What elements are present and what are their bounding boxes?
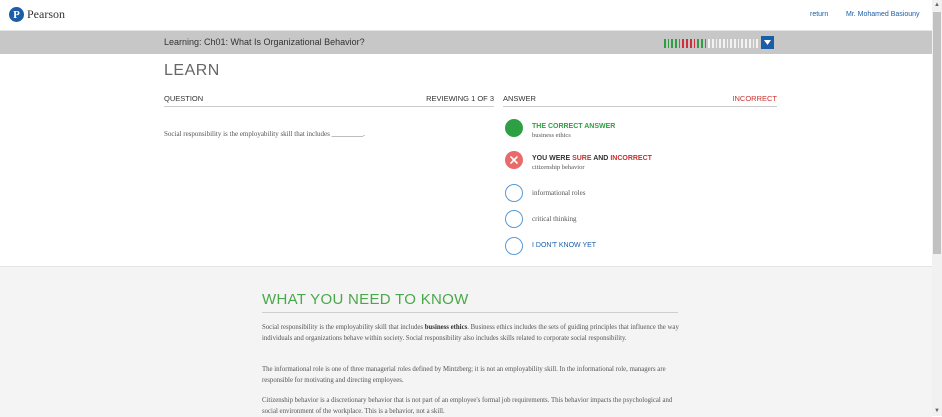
chevron-down-icon — [764, 40, 771, 45]
vertical-scrollbar[interactable]: ▲ ▼ — [932, 0, 942, 416]
question-text: Social responsibility is the employabili… — [164, 130, 365, 138]
return-link[interactable]: return — [810, 11, 828, 18]
radio-circle-icon — [505, 184, 523, 202]
progress-bar — [664, 39, 758, 48]
progress-segment — [723, 39, 725, 48]
progress-segment — [745, 39, 747, 48]
option-label: critical thinking — [532, 215, 577, 223]
explanation-section: WHAT YOU NEED TO KNOW Social responsibil… — [0, 266, 932, 417]
incorrect-x-icon — [505, 151, 523, 169]
progress-segment — [682, 39, 685, 48]
progress-segment — [734, 39, 736, 48]
progress-segment — [700, 39, 703, 48]
progress-segment — [726, 39, 729, 48]
progress-segment — [715, 39, 718, 48]
explanation-paragraph-1: Social responsibility is the employabili… — [262, 324, 679, 342]
explanation-paragraph-2: The informational role is one of three m… — [262, 366, 666, 384]
progress-segment — [741, 39, 744, 48]
selected-answer-status: YOU WERE SURE AND INCORRECT — [532, 155, 652, 162]
divider — [262, 312, 678, 313]
progress-segment — [689, 39, 692, 48]
explanation-paragraph-3: Citizenship behavior is a discretionary … — [262, 397, 673, 415]
progress-segment — [704, 39, 707, 48]
pearson-logo-icon: P — [9, 7, 24, 22]
scroll-thumb[interactable] — [933, 12, 941, 254]
pearson-logo[interactable]: P Pearson — [9, 7, 65, 22]
correct-answer-text: business ethics — [532, 132, 571, 139]
assignment-header: Learning: Ch01: What Is Organizational B… — [0, 31, 932, 54]
answer-header: ANSWER INCORRECT — [503, 94, 777, 107]
answer-result: INCORRECT — [732, 94, 777, 103]
progress-segment — [748, 39, 751, 48]
progress-segment — [667, 39, 670, 48]
option-label: informational roles — [532, 189, 586, 197]
answer-label: ANSWER — [503, 94, 536, 103]
progress-segment — [686, 39, 688, 48]
correct-indicator-icon — [505, 119, 523, 137]
progress-segment — [719, 39, 721, 48]
learn-heading: LEARN — [164, 62, 220, 79]
progress-segment — [678, 39, 681, 48]
radio-circle-icon — [505, 210, 523, 228]
question-header: QUESTION REVIEWING 1 OF 3 — [164, 94, 494, 107]
assignment-title: Learning: Ch01: What Is Organizational B… — [164, 37, 365, 47]
progress-segment — [697, 39, 699, 48]
progress-segment — [730, 39, 733, 48]
progress-segment — [693, 39, 696, 48]
progress-segment — [737, 39, 740, 48]
selected-answer-text: citizenship behavior — [532, 164, 585, 171]
dont-know-label: I DON'T KNOW YET — [532, 242, 597, 249]
scroll-down-arrow-icon[interactable]: ▼ — [934, 408, 940, 414]
progress-segment — [708, 39, 710, 48]
progress-segment — [664, 39, 666, 48]
scroll-up-arrow-icon[interactable]: ▲ — [934, 2, 940, 8]
progress-segment — [752, 39, 755, 48]
top-bar: P Pearson return Mr. Mohamed Basiouny — [0, 0, 932, 31]
progress-segment — [671, 39, 674, 48]
review-counter: REVIEWING 1 OF 3 — [426, 94, 494, 103]
dropdown-menu-button[interactable] — [761, 36, 774, 49]
progress-segment — [711, 39, 714, 48]
pearson-logo-text: Pearson — [27, 7, 65, 21]
question-label: QUESTION — [164, 94, 204, 103]
radio-circle-icon — [505, 237, 523, 255]
user-name-link[interactable]: Mr. Mohamed Basiouny — [846, 11, 920, 18]
progress-segment — [756, 39, 758, 48]
progress-segment — [675, 39, 677, 48]
correct-answer-status: THE CORRECT ANSWER — [532, 123, 616, 130]
wyntk-heading: WHAT YOU NEED TO KNOW — [262, 291, 469, 308]
